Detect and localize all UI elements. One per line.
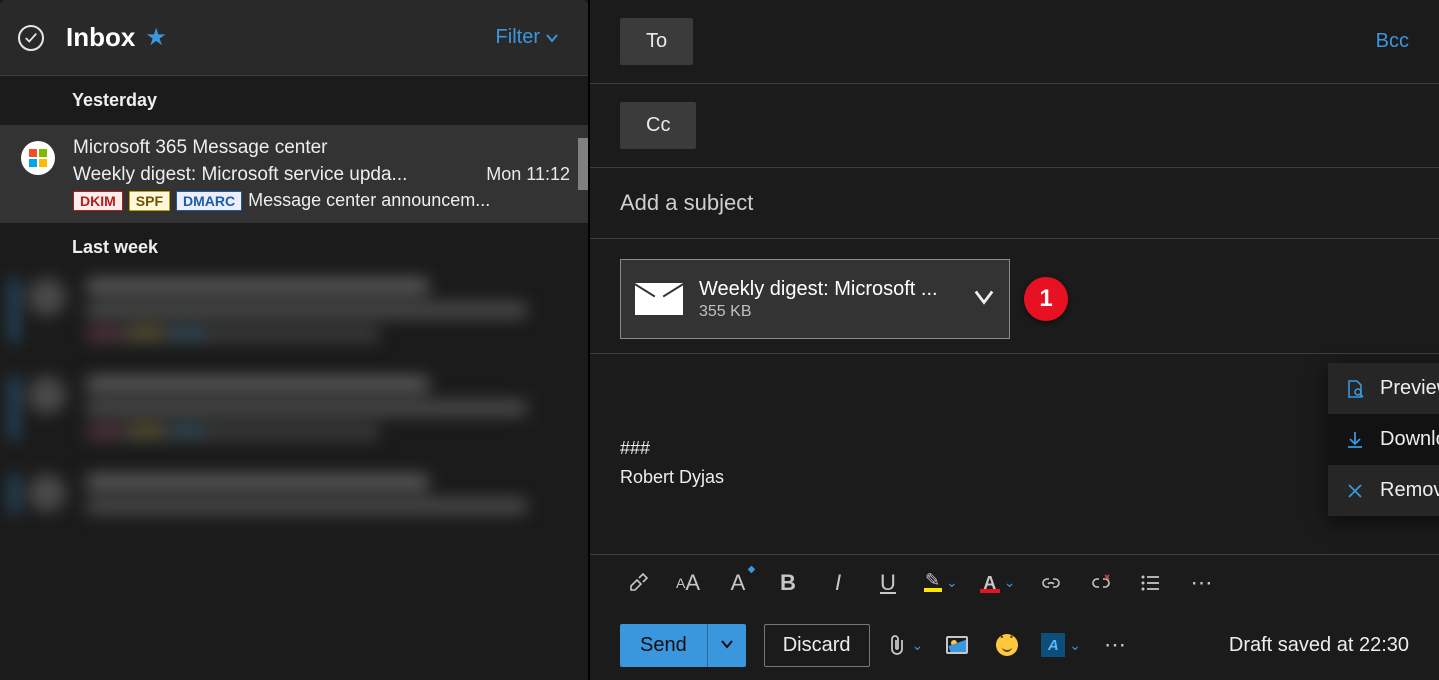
attach-button[interactable]: ⌄ bbox=[888, 629, 924, 661]
attachment-dropdown: Preview Download Remove Attachment bbox=[1328, 363, 1439, 516]
check-icon bbox=[24, 31, 38, 45]
chevron-down-icon bbox=[720, 637, 734, 651]
attachment-menu-trigger[interactable] bbox=[973, 286, 995, 313]
remove-link-button[interactable] bbox=[1083, 565, 1119, 601]
paintbrush-icon bbox=[627, 572, 649, 594]
mail-text: Microsoft 365 Message center Weekly dige… bbox=[73, 137, 570, 211]
spf-badge: SPF bbox=[129, 191, 170, 211]
bold-button[interactable]: B bbox=[770, 565, 806, 601]
mail-sender: Microsoft 365 Message center bbox=[73, 137, 570, 159]
signature-name: Robert Dyjas bbox=[620, 463, 1409, 492]
menu-label: Remove Attachment bbox=[1380, 479, 1439, 502]
highlight-icon bbox=[924, 574, 942, 592]
chevron-down-icon: ⌄ bbox=[912, 637, 924, 654]
envelope-icon bbox=[635, 283, 683, 315]
signature-separator: ### bbox=[620, 434, 1409, 463]
send-label: Send bbox=[620, 624, 707, 667]
emoji-icon bbox=[996, 634, 1018, 656]
list-item[interactable] bbox=[12, 474, 576, 514]
highlight-button[interactable]: ⌄ bbox=[920, 565, 962, 601]
subject-input[interactable] bbox=[620, 190, 1409, 216]
italic-button[interactable]: I bbox=[820, 565, 856, 601]
close-icon bbox=[1344, 482, 1366, 500]
annotation-badge-1: 1 bbox=[1024, 277, 1068, 321]
menu-preview[interactable]: Preview bbox=[1328, 363, 1439, 414]
mail-preview: Message center announcem... bbox=[248, 190, 490, 211]
signature-icon: A bbox=[1041, 633, 1065, 657]
to-button[interactable]: To bbox=[620, 18, 693, 65]
list-item[interactable] bbox=[12, 278, 576, 342]
clear-formatting-button[interactable] bbox=[620, 565, 656, 601]
preview-icon bbox=[1344, 379, 1366, 399]
insert-link-button[interactable] bbox=[1033, 565, 1069, 601]
favorite-star-icon[interactable]: ★ bbox=[145, 23, 167, 52]
unlink-icon bbox=[1090, 572, 1112, 594]
body-area[interactable]: ### Robert Dyjas bbox=[590, 353, 1439, 554]
mail-item[interactable]: Microsoft 365 Message center Weekly dige… bbox=[0, 125, 588, 223]
mail-time: Mon 11:12 bbox=[486, 164, 570, 185]
dmarc-badge: DMARC bbox=[176, 191, 242, 211]
send-button[interactable]: Send bbox=[620, 624, 746, 667]
emoji-button[interactable] bbox=[991, 629, 1023, 661]
list-item[interactable] bbox=[12, 376, 576, 440]
attachment-size: 355 KB bbox=[699, 303, 957, 321]
group-header-lastweek: Last week bbox=[0, 223, 588, 272]
font-color-button[interactable]: A⌄ bbox=[976, 565, 1020, 601]
compose-pane: To Bcc Cc Weekly digest: Microsoft ... 3… bbox=[588, 0, 1439, 680]
folder-title: Inbox bbox=[66, 22, 135, 53]
chevron-down-icon bbox=[544, 30, 560, 46]
chevron-down-icon: ⌄ bbox=[1069, 637, 1081, 654]
bcc-button[interactable]: Bcc bbox=[1376, 30, 1409, 53]
microsoft-logo-icon bbox=[29, 149, 47, 167]
chevron-down-icon: ⌄ bbox=[1004, 574, 1016, 591]
image-icon bbox=[946, 636, 968, 654]
message-body[interactable]: ### Robert Dyjas bbox=[620, 434, 1409, 492]
dkim-badge: DKIM bbox=[73, 191, 123, 211]
menu-remove-attachment[interactable]: Remove Attachment bbox=[1328, 465, 1439, 516]
attachments-row: Weekly digest: Microsoft ... 355 KB 1 bbox=[590, 239, 1439, 339]
insert-image-button[interactable] bbox=[941, 629, 973, 661]
menu-label: Preview bbox=[1380, 377, 1439, 400]
scrollbar-thumb[interactable] bbox=[578, 138, 588, 190]
draft-status: Draft saved at 22:30 bbox=[1229, 634, 1409, 657]
mail-subject: Weekly digest: Microsoft service upda... bbox=[73, 164, 407, 186]
paperclip-icon bbox=[888, 634, 908, 656]
list-icon bbox=[1140, 572, 1162, 594]
filter-button[interactable]: Filter bbox=[496, 26, 560, 49]
font-color-icon: A bbox=[980, 573, 1000, 593]
to-row: To Bcc bbox=[590, 0, 1439, 84]
chevron-down-icon bbox=[973, 286, 995, 308]
menu-download[interactable]: Download bbox=[1328, 414, 1439, 465]
link-icon bbox=[1040, 572, 1062, 594]
bullet-list-button[interactable] bbox=[1133, 565, 1169, 601]
more-formatting-button[interactable]: ⋯ bbox=[1183, 565, 1219, 601]
download-icon bbox=[1344, 430, 1366, 450]
chevron-down-icon: ⌄ bbox=[946, 574, 958, 591]
formatting-toolbar: AA A◆ B I U ⌄ A⌄ ⋯ bbox=[590, 554, 1439, 610]
discard-button[interactable]: Discard bbox=[764, 624, 870, 667]
redacted-mail-list bbox=[0, 278, 588, 514]
inbox-header: Inbox ★ Filter bbox=[0, 0, 588, 76]
cc-row: Cc bbox=[590, 84, 1439, 168]
attachment-name: Weekly digest: Microsoft ... bbox=[699, 278, 957, 301]
group-header-yesterday: Yesterday bbox=[0, 76, 588, 125]
menu-label: Download bbox=[1380, 428, 1439, 451]
mail-list-pane: Inbox ★ Filter Yesterday Microsoft 365 M… bbox=[0, 0, 588, 680]
send-split-button[interactable] bbox=[707, 624, 746, 667]
more-actions-button[interactable]: ⋯ bbox=[1099, 629, 1131, 661]
signature-button[interactable]: A⌄ bbox=[1041, 629, 1081, 661]
select-all-toggle[interactable] bbox=[18, 25, 44, 51]
attachment-card[interactable]: Weekly digest: Microsoft ... 355 KB bbox=[620, 259, 1010, 339]
subject-row bbox=[590, 168, 1439, 239]
filter-label: Filter bbox=[496, 26, 540, 49]
font-family-button[interactable]: AA bbox=[670, 565, 706, 601]
underline-button[interactable]: U bbox=[870, 565, 906, 601]
sender-avatar bbox=[21, 141, 55, 175]
cc-button[interactable]: Cc bbox=[620, 102, 696, 149]
action-bar: Send Discard ⌄ A⌄ ⋯ Draft saved at 22:30 bbox=[590, 610, 1439, 680]
font-size-button[interactable]: A◆ bbox=[720, 565, 756, 601]
